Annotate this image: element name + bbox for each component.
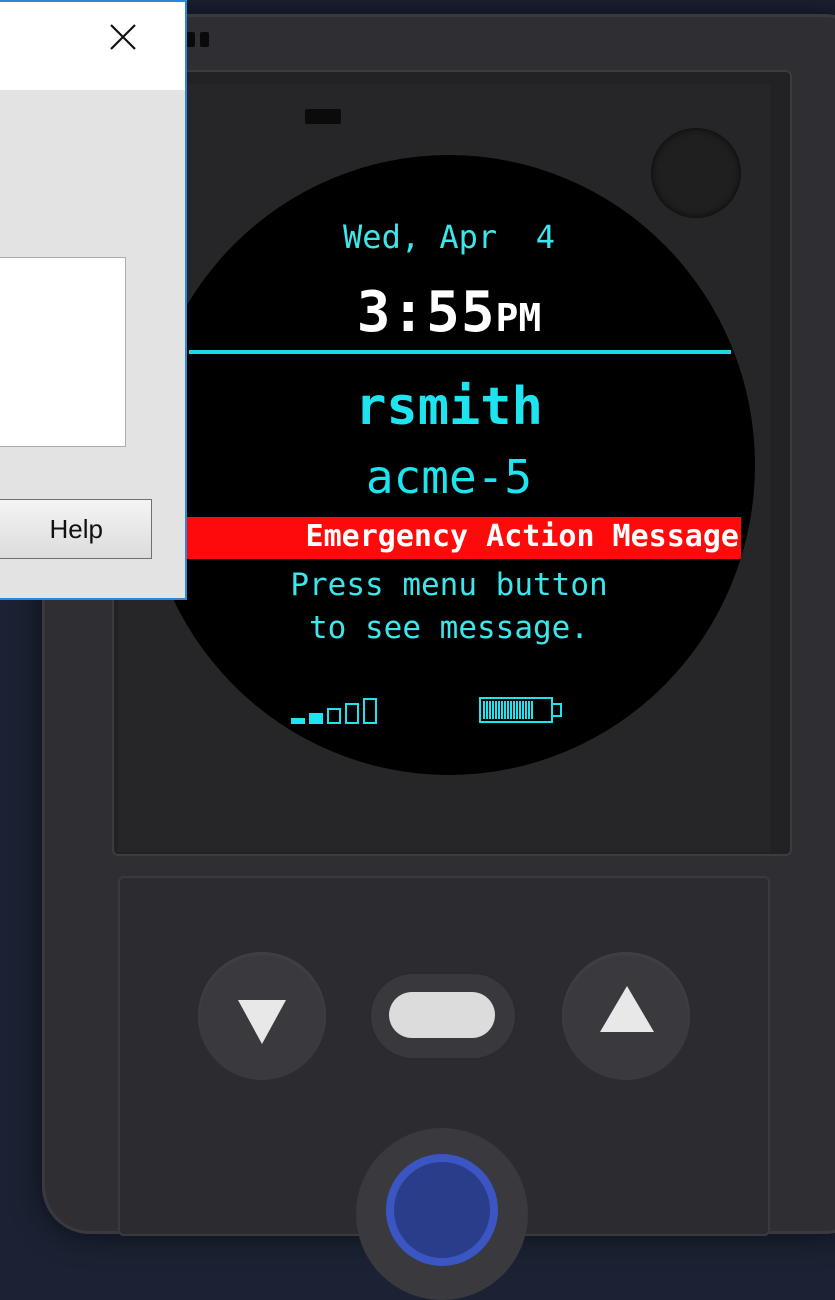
dialog-window: Help: [0, 0, 187, 600]
battery-fill-segment: [498, 701, 500, 719]
battery-fill-segment: [492, 701, 494, 719]
device-speaker-holes: [186, 32, 214, 52]
round-display: Wed, Apr 4 3:55PM rsmith acme-5 Emergenc…: [143, 155, 755, 775]
up-arrow-icon: [600, 986, 654, 1032]
battery-fill-segment: [483, 701, 485, 719]
date-label: Wed, Apr 4: [343, 218, 555, 256]
signal-bar: [363, 698, 377, 724]
dialog-body: Help: [0, 90, 185, 598]
username-label: rsmith: [355, 377, 543, 437]
instruction-line-1: Press menu button: [290, 567, 608, 603]
up-button[interactable]: [562, 952, 690, 1080]
battery-icon: [479, 697, 562, 723]
time-label: 3:55: [356, 280, 496, 345]
signal-bar: [309, 713, 323, 724]
battery-fill-segment: [510, 701, 512, 719]
signal-bar: [327, 708, 341, 724]
dialog-titlebar: [0, 2, 185, 90]
battery-fill-segment: [528, 701, 530, 719]
display-divider: [189, 350, 731, 354]
battery-fill-segment: [519, 701, 521, 719]
battery-fill-segment: [489, 701, 491, 719]
battery-fill-segment: [516, 701, 518, 719]
signal-bar: [291, 718, 305, 724]
power-button-icon: [386, 1154, 498, 1266]
camera-lens: [651, 128, 741, 218]
battery-fill-segment: [513, 701, 515, 719]
signal-strength-icon: [291, 698, 377, 724]
device-name-label: acme-5: [365, 450, 533, 504]
clock: 3:55PM: [143, 280, 755, 345]
battery-fill-segment: [504, 701, 506, 719]
sensor-slot: [305, 109, 341, 124]
power-button[interactable]: [356, 1128, 528, 1300]
menu-button[interactable]: [369, 972, 517, 1060]
close-icon[interactable]: [105, 22, 141, 58]
battery-fill-segment: [525, 701, 527, 719]
battery-fill-segment: [522, 701, 524, 719]
battery-fill-segment: [531, 701, 533, 719]
ampm-label: PM: [495, 296, 542, 340]
down-arrow-icon: [238, 1000, 286, 1044]
menu-button-icon: [389, 992, 495, 1038]
help-button[interactable]: Help: [0, 499, 152, 559]
alert-banner: Emergency Action Message: [143, 517, 741, 559]
battery-fill-segment: [501, 701, 503, 719]
battery-fill-segment: [495, 701, 497, 719]
battery-fill-segment: [507, 701, 509, 719]
instruction-line-2: to see message.: [309, 610, 589, 646]
battery-fill-segment: [486, 701, 488, 719]
alert-text: Emergency Action Message: [305, 519, 739, 554]
down-button[interactable]: [198, 952, 326, 1080]
dialog-text-area[interactable]: [0, 257, 126, 447]
signal-bar: [345, 703, 359, 724]
